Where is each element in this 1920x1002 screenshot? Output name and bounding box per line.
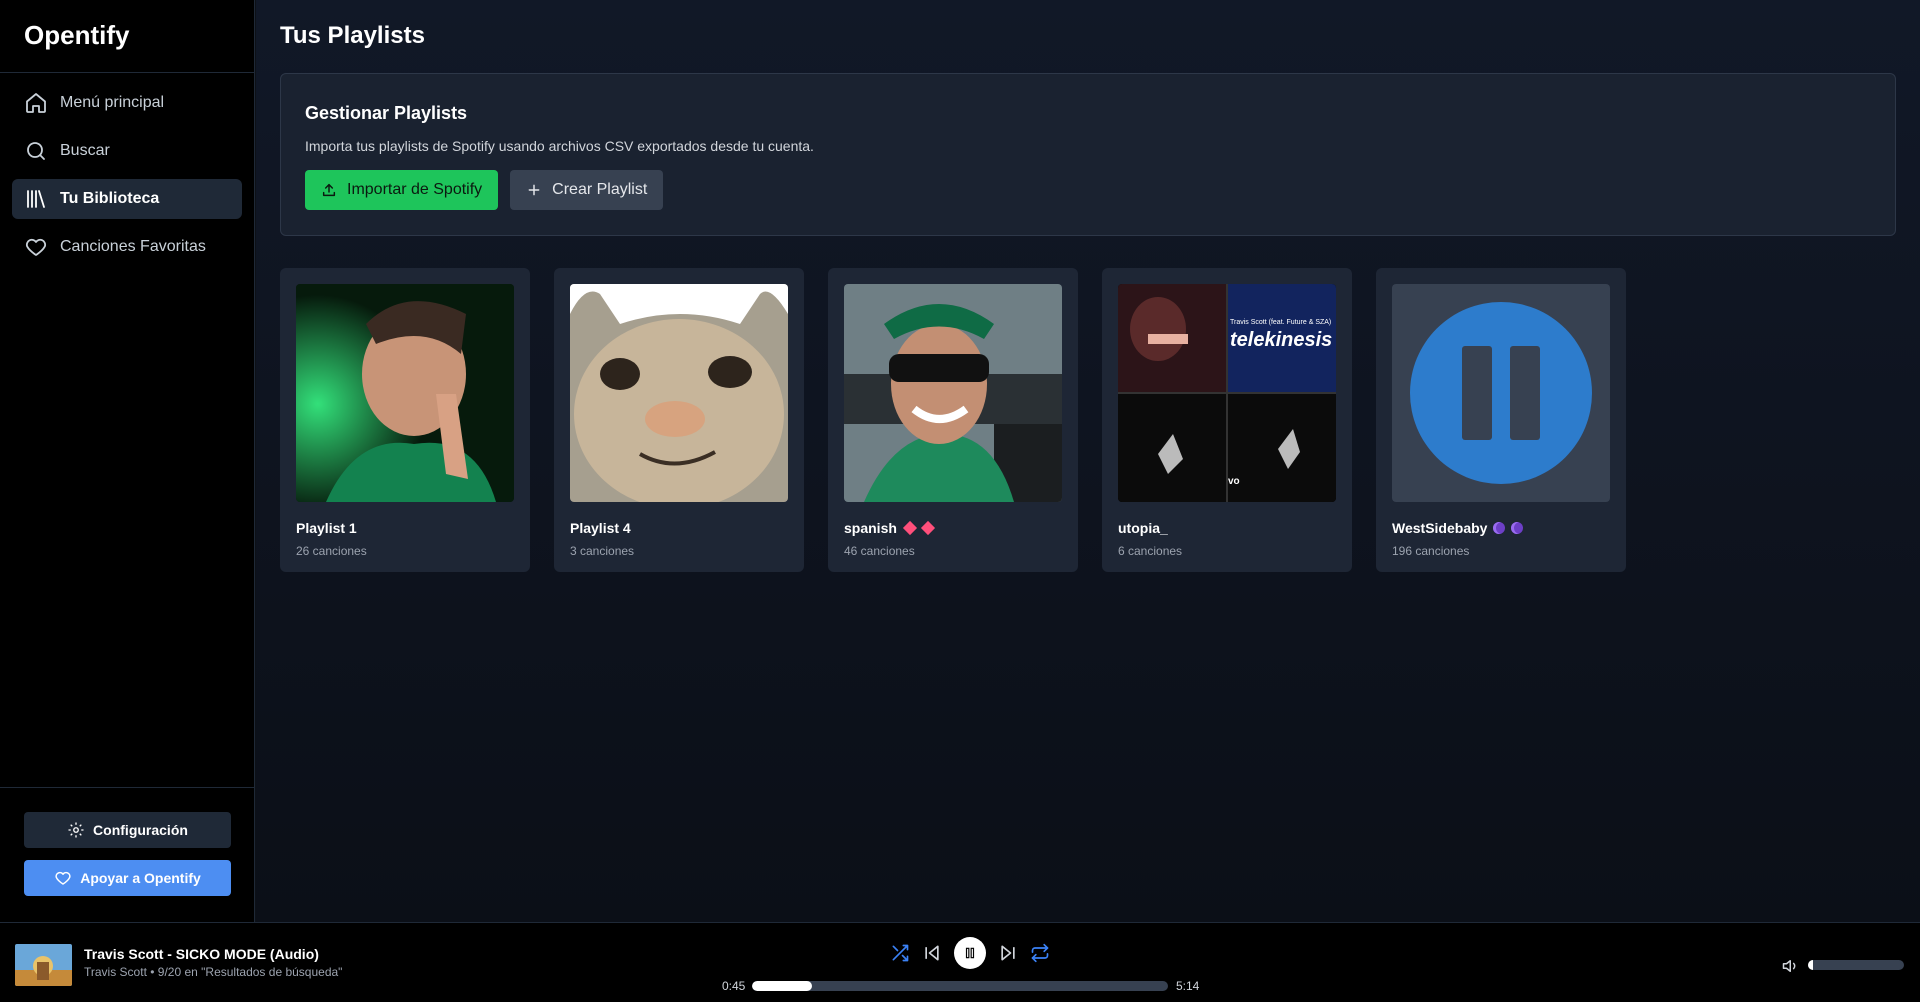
playlist-count: 26 canciones <box>296 544 367 558</box>
sidebar-item-label: Menú principal <box>60 94 165 111</box>
plus-icon <box>528 184 540 196</box>
playlist-name: WestSidebaby <box>1392 520 1610 536</box>
sidebar-item-label: Buscar <box>60 142 110 159</box>
support-button[interactable]: Apoyar a Opentify <box>24 860 231 896</box>
app-logo[interactable]: Opentify <box>0 0 254 73</box>
pause-icon <box>1410 302 1592 484</box>
playlist-cover: Travis Scott (feat. Future & SZA) teleki… <box>1118 284 1336 502</box>
playlist-name: utopia_ <box>1118 520 1168 536</box>
moon-emoji-icon <box>1493 522 1506 534</box>
volume-slider[interactable] <box>1808 960 1904 970</box>
svg-text:vo: vo <box>1228 476 1240 487</box>
gear-icon <box>68 822 84 838</box>
playlist-card[interactable]: Playlist 4 3 canciones <box>554 268 804 572</box>
sidebar-item-favorites[interactable]: Canciones Favoritas <box>12 227 242 267</box>
heart-icon <box>25 238 47 256</box>
track-subtitle: Travis Scott • 9/20 en "Resultados de bú… <box>84 965 343 979</box>
track-info: Travis Scott - SICKO MODE (Audio) Travis… <box>84 944 342 986</box>
elapsed-time: 0:45 <box>722 979 746 993</box>
svg-text:telekinesis: telekinesis <box>1230 329 1332 351</box>
sidebar-nav: Menú principal Buscar Tu Biblioteca Canc… <box>0 73 254 285</box>
playlist-name: Playlist 4 <box>570 520 631 536</box>
manage-playlists-panel: Gestionar Playlists Importa tus playlist… <box>280 73 1896 236</box>
playback-controls <box>890 937 1050 969</box>
pause-icon <box>965 947 975 959</box>
playlist-name: spanish <box>844 520 1062 536</box>
next-icon[interactable] <box>998 943 1018 963</box>
volume-fill <box>1808 960 1813 970</box>
progress-fill <box>752 981 813 991</box>
playlist-cover <box>844 284 1062 502</box>
playlist-count: 196 canciones <box>1392 544 1470 558</box>
total-duration: 5:14 <box>1176 979 1200 993</box>
volume-icon[interactable] <box>1782 957 1800 975</box>
now-playing: Travis Scott - SICKO MODE (Audio) Travis… <box>15 944 342 986</box>
create-playlist-label: Crear Playlist <box>552 181 648 198</box>
diamond-emoji-icon <box>920 520 935 536</box>
home-icon <box>26 93 46 113</box>
repeat-icon[interactable] <box>1030 943 1050 963</box>
sidebar-footer: Configuración Apoyar a Opentify <box>0 787 255 922</box>
support-label: Apoyar a Opentify <box>80 870 201 886</box>
page-title: Tus Playlists <box>280 22 425 49</box>
playlist-card[interactable]: Playlist 1 26 canciones <box>280 268 530 572</box>
previous-icon[interactable] <box>922 943 942 963</box>
import-spotify-button[interactable]: Importar de Spotify <box>305 170 499 210</box>
playlist-count: 3 canciones <box>570 544 635 558</box>
create-playlist-button[interactable]: Crear Playlist <box>510 170 664 210</box>
moon-emoji-icon <box>1511 522 1524 534</box>
progress-bar[interactable] <box>752 981 1168 991</box>
pause-button[interactable] <box>954 937 986 969</box>
sidebar-item-label: Tu Biblioteca <box>60 190 160 207</box>
track-title: Travis Scott - SICKO MODE (Audio) <box>84 946 319 962</box>
settings-label: Configuración <box>93 822 188 838</box>
sidebar-item-home[interactable]: Menú principal <box>12 83 242 123</box>
manage-actions: Importar de Spotify Crear Playlist <box>305 170 1871 210</box>
upload-icon <box>322 183 336 197</box>
player-bar: Travis Scott - SICKO MODE (Audio) Travis… <box>0 922 1920 1002</box>
playlist-cover <box>296 284 514 502</box>
sidebar: Opentify Menú principal Buscar Tu Biblio… <box>0 0 255 922</box>
settings-button[interactable]: Configuración <box>24 812 231 848</box>
diamond-emoji-icon <box>902 520 917 536</box>
sidebar-item-library[interactable]: Tu Biblioteca <box>12 179 242 219</box>
import-spotify-label: Importar de Spotify <box>347 181 483 198</box>
playlist-cover <box>570 284 788 502</box>
sidebar-item-label: Canciones Favoritas <box>60 238 206 255</box>
playlist-card[interactable]: spanish 46 canciones <box>828 268 1078 572</box>
manage-title: Gestionar Playlists <box>305 103 468 123</box>
playlist-count: 6 canciones <box>1118 544 1183 558</box>
search-icon <box>27 142 45 160</box>
playlist-card[interactable]: WestSidebaby 196 canciones <box>1376 268 1626 572</box>
playlist-cover <box>1392 284 1610 502</box>
heart-icon <box>55 871 71 885</box>
playlist-card[interactable]: Travis Scott (feat. Future & SZA) teleki… <box>1102 268 1352 572</box>
track-artwork[interactable] <box>15 944 72 986</box>
main-content: Tus Playlists Gestionar Playlists Import… <box>256 0 1920 922</box>
shuffle-icon[interactable] <box>890 943 910 963</box>
playlist-name: Playlist 1 <box>296 520 357 536</box>
library-icon <box>27 190 45 208</box>
svg-text:Travis Scott (feat. Future & S: Travis Scott (feat. Future & SZA) <box>1230 319 1331 326</box>
sidebar-item-search[interactable]: Buscar <box>12 131 242 171</box>
manage-description: Importa tus playlists de Spotify usando … <box>305 138 814 154</box>
playlist-count: 46 canciones <box>844 544 915 558</box>
playlist-grid: Playlist 1 26 canciones Playlist 4 3 can… <box>280 268 1626 572</box>
